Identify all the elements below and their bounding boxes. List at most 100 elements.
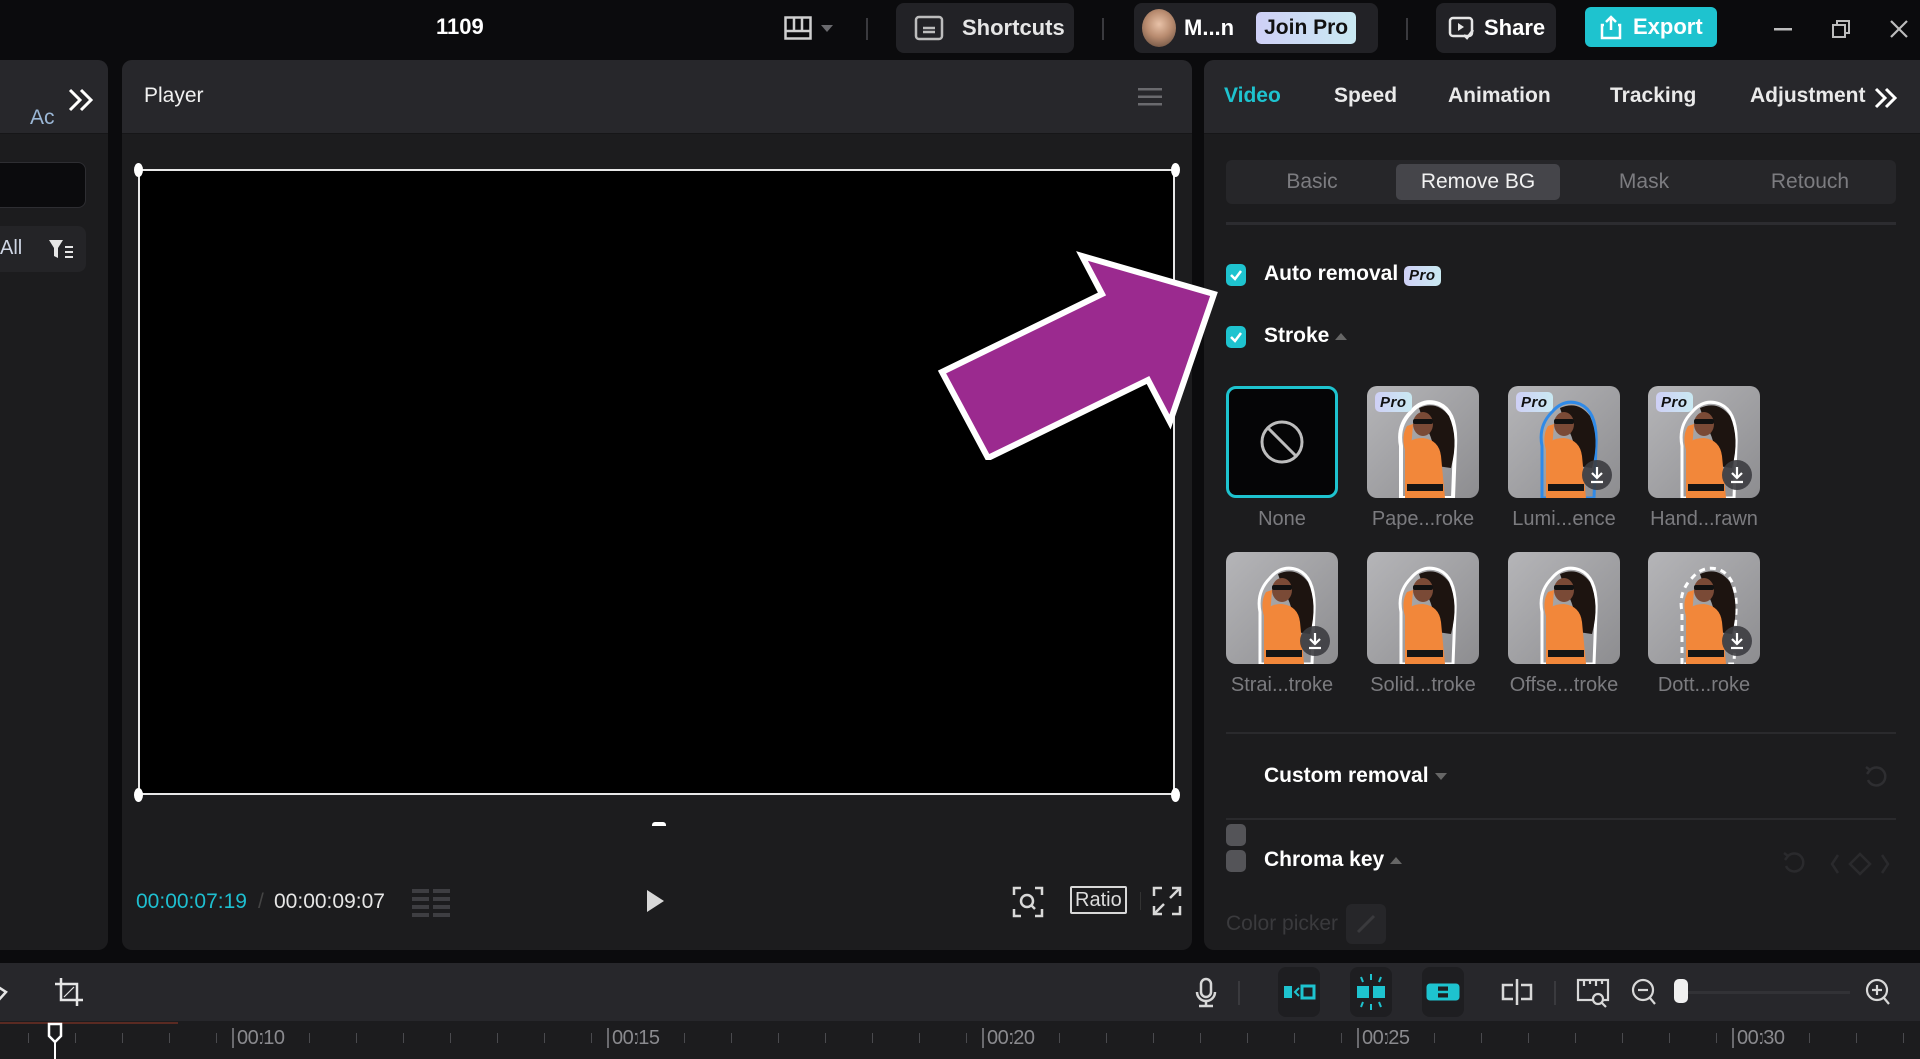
zoom-out-button[interactable] xyxy=(1630,977,1658,1007)
subtab-mask[interactable]: Mask xyxy=(1562,164,1726,200)
zoom-to-fit-timeline-button[interactable] xyxy=(1576,977,1610,1009)
timeline-zoom-slider[interactable] xyxy=(1688,991,1850,994)
ruler-label: 00:30 xyxy=(1732,1027,1785,1050)
ratio-button[interactable]: Ratio xyxy=(1070,886,1127,914)
divider xyxy=(1406,18,1408,40)
left-tab-label[interactable]: Ac xyxy=(30,106,55,130)
reset-icon[interactable] xyxy=(1864,764,1888,790)
shortcuts-button[interactable]: Shortcuts xyxy=(896,3,1074,53)
stroke-thumbnail[interactable] xyxy=(1226,552,1338,664)
record-audio-button[interactable] xyxy=(1194,977,1218,1009)
stroke-thumbnail[interactable] xyxy=(1226,386,1338,498)
tab-video[interactable]: Video xyxy=(1224,84,1281,108)
zoom-in-button[interactable] xyxy=(1864,977,1892,1007)
zoom-fit-button[interactable] xyxy=(1012,886,1044,918)
play-button[interactable] xyxy=(644,888,668,916)
stroke-option-dotted[interactable]: Dott...roke xyxy=(1648,552,1760,697)
auto-snap-toggle[interactable] xyxy=(1350,967,1392,1017)
magnet-snap-toggle[interactable] xyxy=(1278,967,1320,1017)
filter-dropdown[interactable]: All xyxy=(0,226,86,272)
tab-animation[interactable]: Animation xyxy=(1448,84,1551,108)
stroke-option-label: Hand...rawn xyxy=(1650,508,1758,530)
custom-removal-checkbox[interactable] xyxy=(1226,824,1246,846)
filter-icon[interactable] xyxy=(48,238,74,260)
subtab-remove-bg[interactable]: Remove BG xyxy=(1396,164,1560,200)
eyedropper-icon xyxy=(1346,904,1386,944)
playhead[interactable] xyxy=(47,1022,63,1059)
tab-adjustment[interactable]: Adjustment xyxy=(1750,84,1868,108)
export-button[interactable]: Export xyxy=(1585,7,1717,47)
user-account-pill[interactable]: M...n Join Pro xyxy=(1134,3,1378,53)
stroke-option-luminescence[interactable]: Pro Lumi...ence xyxy=(1508,386,1620,531)
keyboard-icon xyxy=(914,15,944,41)
pro-badge: Pro xyxy=(1656,392,1693,412)
download-icon[interactable] xyxy=(1722,626,1752,656)
stroke-thumbnail[interactable] xyxy=(1367,552,1479,664)
stroke-option-solid[interactable]: Solid...troke xyxy=(1367,552,1479,697)
share-button[interactable]: Share xyxy=(1436,3,1556,53)
chroma-key-row[interactable]: Chroma key xyxy=(1264,848,1403,872)
ruler-tick xyxy=(450,1033,451,1043)
fullscreen-button[interactable] xyxy=(1152,886,1182,916)
minimize-button[interactable] xyxy=(1768,14,1798,44)
preview-axis-button[interactable] xyxy=(1500,977,1534,1007)
subtab-divider xyxy=(1226,222,1896,225)
download-icon[interactable] xyxy=(1300,626,1330,656)
join-pro-button[interactable]: Join Pro xyxy=(1256,12,1357,44)
crop-button[interactable] xyxy=(54,977,84,1007)
timecode-format-button[interactable] xyxy=(412,888,452,918)
tab-speed[interactable]: Speed xyxy=(1334,84,1397,108)
ruler-tick xyxy=(1575,1033,1576,1043)
layout-toggle-button[interactable] xyxy=(784,12,844,44)
linkage-toggle[interactable] xyxy=(1422,967,1464,1017)
avatar[interactable] xyxy=(1142,9,1176,47)
stroke-option-straight[interactable]: Strai...troke xyxy=(1226,552,1338,697)
rotate-handle[interactable] xyxy=(652,822,666,826)
stroke-option-label: Solid...troke xyxy=(1370,674,1476,696)
checkmark-icon xyxy=(1229,331,1243,343)
stroke-thumbnail[interactable]: Pro xyxy=(1367,386,1479,498)
ruler-tick xyxy=(216,1033,217,1043)
section-divider xyxy=(1226,732,1896,734)
stroke-option-handdrawn[interactable]: Pro Hand...rawn xyxy=(1648,386,1760,531)
player-menu-button[interactable] xyxy=(1138,86,1162,108)
timeline-zoom-slider-thumb[interactable] xyxy=(1674,979,1688,1003)
download-icon[interactable] xyxy=(1722,460,1752,490)
resize-handle-bottom-right[interactable] xyxy=(1171,788,1180,802)
total-time: 00:00:09:07 xyxy=(274,890,385,913)
project-title[interactable]: 1109 xyxy=(436,14,484,40)
subtab-bar: Basic Remove BG Mask Retouch xyxy=(1226,160,1896,204)
close-button[interactable] xyxy=(1884,14,1914,44)
stroke-row[interactable]: Stroke xyxy=(1264,324,1348,348)
stroke-option-paper[interactable]: Pro Pape...roke xyxy=(1367,386,1479,531)
arrow-shape xyxy=(937,251,1218,460)
stroke-thumbnail[interactable] xyxy=(1508,552,1620,664)
custom-removal-row[interactable]: Custom removal xyxy=(1264,764,1447,788)
ruler-tick xyxy=(1106,1033,1107,1043)
keyframe-nav-icon[interactable] xyxy=(1830,852,1890,876)
download-icon[interactable] xyxy=(1582,460,1612,490)
search-input[interactable] xyxy=(0,162,86,208)
stroke-option-none[interactable]: None xyxy=(1226,386,1338,531)
color-picker-button[interactable] xyxy=(1346,904,1386,944)
stroke-option-offset[interactable]: Offse...troke xyxy=(1508,552,1620,697)
expand-panel-button[interactable] xyxy=(66,86,100,116)
subtab-retouch[interactable]: Retouch xyxy=(1728,164,1892,200)
ruler-tick xyxy=(169,1033,170,1043)
tab-tracking[interactable]: Tracking xyxy=(1610,84,1696,108)
keyframe-icon[interactable] xyxy=(0,977,14,1007)
stroke-thumbnail[interactable]: Pro xyxy=(1648,386,1760,498)
subtab-basic[interactable]: Basic xyxy=(1230,164,1394,200)
restore-button[interactable] xyxy=(1826,14,1856,44)
resize-handle-bottom-left[interactable] xyxy=(134,788,143,802)
resize-handle-top-left[interactable] xyxy=(134,163,143,177)
caret-up-icon xyxy=(1390,856,1403,864)
timeline-ruler[interactable]: 00:10 00:15 00:20 00:25 00:30 xyxy=(0,1021,1920,1059)
ruler-tick xyxy=(1669,1033,1670,1043)
stroke-thumbnail[interactable]: Pro xyxy=(1508,386,1620,498)
chroma-key-checkbox[interactable] xyxy=(1226,850,1246,872)
reset-icon[interactable] xyxy=(1782,850,1806,876)
resize-handle-top-right[interactable] xyxy=(1171,163,1180,177)
stroke-thumbnail[interactable] xyxy=(1648,552,1760,664)
more-tabs-button[interactable] xyxy=(1872,84,1902,112)
